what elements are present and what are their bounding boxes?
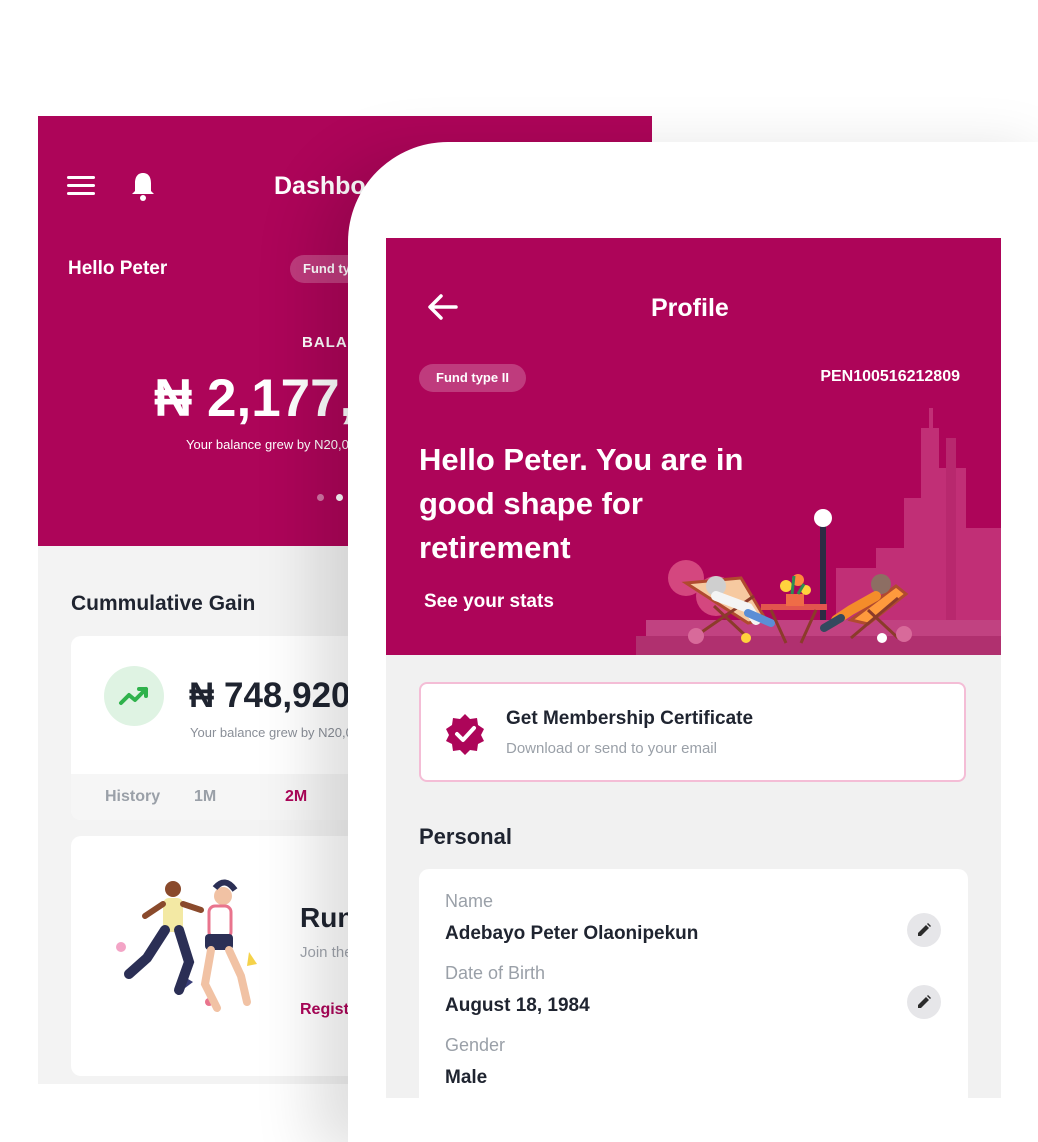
certificate-badge-icon (443, 712, 487, 756)
tab-1m[interactable]: 1M (194, 788, 216, 806)
name-label: Name (445, 891, 494, 911)
personal-section-title: Personal (419, 824, 512, 849)
dob-label: Date of Birth (445, 963, 546, 983)
personal-info-card: Name Adebayo Peter Olaonipekun Date of B… (419, 869, 968, 1098)
dob-value: August 18, 1984 (445, 995, 590, 1016)
profile-header: Profile Fund type II PEN100516212809 Hel… (386, 238, 1001, 655)
name-value: Adebayo Peter Olaonipekun (445, 923, 699, 944)
certificate-subtitle: Download or send to your email (506, 740, 717, 757)
cumulative-gain-title: Cummulative Gain (71, 592, 256, 615)
edit-name-button[interactable] (907, 913, 941, 947)
tab-history[interactable]: History (105, 788, 160, 806)
retirement-greeting: Hello Peter. You are in good shape for r… (419, 442, 744, 565)
menu-icon[interactable] (67, 176, 95, 196)
edit-pencil-icon (918, 995, 931, 1008)
dashboard-greeting: Hello Peter (68, 258, 168, 279)
see-stats-link[interactable]: See your stats (424, 591, 554, 613)
page-title: Profile (651, 294, 729, 322)
pen-number: PEN100516212809 (820, 368, 960, 385)
gender-value: Male (445, 1067, 488, 1088)
membership-certificate-card[interactable]: Get Membership Certificate Download or s… (419, 682, 966, 782)
back-arrow-icon[interactable] (426, 292, 460, 322)
runners-illustration (101, 872, 261, 1022)
gender-label: Gender (445, 1035, 506, 1055)
edit-dob-button[interactable] (907, 985, 941, 1019)
tab-2m[interactable]: 2M (285, 788, 307, 806)
edit-pencil-icon (918, 923, 931, 936)
profile-screen: Profile Fund type II PEN100516212809 Hel… (386, 238, 1001, 1098)
trending-up-icon (104, 666, 164, 726)
run-card-title: Run (300, 902, 355, 933)
cumulative-gain-amount: ₦ 748,920 (189, 676, 351, 715)
phone-frame: Profile Fund type II PEN100516212809 Hel… (348, 142, 1038, 1142)
certificate-title: Get Membership Certificate (506, 708, 754, 729)
bell-icon[interactable] (128, 170, 158, 202)
fund-type-badge: Fund type II (419, 364, 526, 392)
